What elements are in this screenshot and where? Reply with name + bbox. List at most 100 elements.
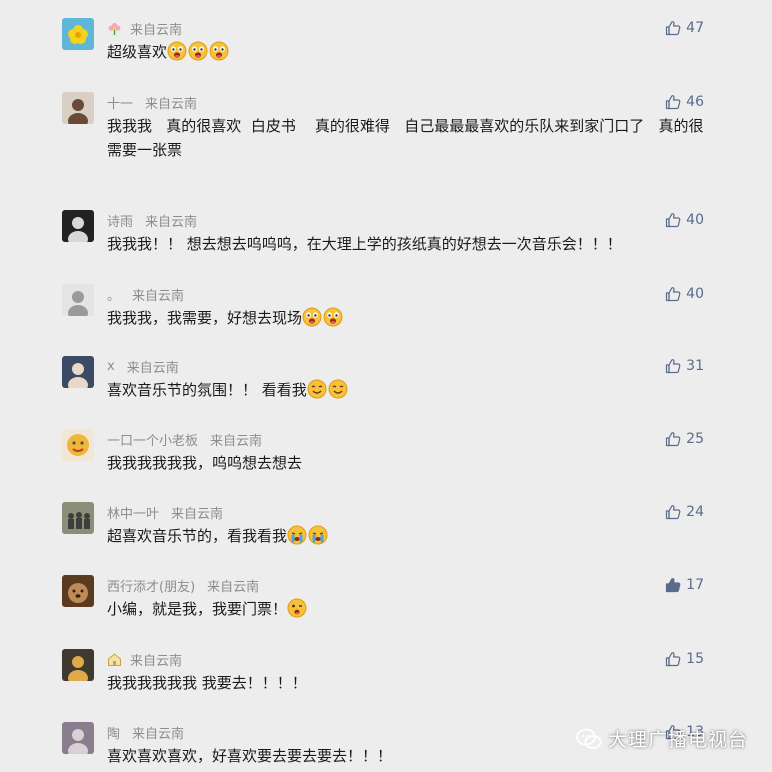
- comment-location: 来自云南: [145, 214, 198, 230]
- like-count: 46: [686, 94, 704, 110]
- comments-page: { "comments": [ {"nickname": "", "has_ba…: [0, 0, 772, 772]
- comment-meta: 西行添才(朋友) 来自云南: [107, 575, 259, 595]
- comment-meta: 来自云南: [107, 649, 182, 669]
- comment-text-body: 我我我 真的很喜欢 白皮书 真的很难得 自己最最最喜欢的乐队来到家门口了 真的很…: [107, 117, 704, 159]
- comment-text-body: 我我我，我需要，好想去现场: [107, 309, 303, 327]
- comment-text: 我我我我我我 我要去！！！！: [107, 671, 717, 695]
- comment-meta: 来自云南: [107, 18, 182, 38]
- wechat-icon: [576, 728, 602, 750]
- comment-location: 来自云南: [130, 22, 183, 38]
- cry-emoji: [308, 525, 328, 545]
- avatar[interactable]: [62, 722, 94, 754]
- comment-nickname[interactable]: 一口一个小老板: [107, 430, 198, 449]
- comment-meta: 陶来自云南: [107, 722, 184, 742]
- like-count: 40: [686, 286, 704, 302]
- avatar[interactable]: [62, 502, 94, 534]
- thumbs-up-icon: [665, 94, 681, 110]
- like-button[interactable]: 17: [665, 575, 704, 595]
- like-button[interactable]: 40: [665, 284, 704, 304]
- avatar[interactable]: [62, 284, 94, 316]
- watermark-label: 大理广播电视台: [607, 729, 748, 751]
- avatar[interactable]: [62, 575, 94, 607]
- like-count: 25: [686, 431, 704, 447]
- comment-text-body: 小编，就是我，我要门票！: [107, 600, 288, 618]
- comment-nickname[interactable]: 西行添才(朋友): [107, 576, 195, 595]
- flower-icon: [107, 21, 122, 36]
- comment-meta: x 来自云南: [107, 356, 179, 376]
- thumbs-up-icon: [665, 504, 681, 520]
- comment-text-body: 超级喜欢: [107, 43, 168, 61]
- comment-nickname[interactable]: x: [107, 359, 115, 374]
- comment-text: 我我我我我我，呜呜想去想去: [107, 451, 717, 475]
- comment-nickname[interactable]: 十一: [107, 93, 133, 112]
- like-button[interactable]: 15: [665, 649, 704, 669]
- comment-text-body: 我我我！！ 想去想去呜呜呜，在大理上学的孩纸真的好想去一次音乐会！！！: [107, 235, 622, 253]
- smile-emoji: [307, 379, 327, 399]
- tongue-emoji: [323, 307, 343, 327]
- thumbs-up-icon: [665, 577, 681, 593]
- comment-text: 我我我，我需要，好想去现场: [107, 306, 717, 330]
- comment-text: 超喜欢音乐节的，看我看我: [107, 524, 717, 548]
- comment-nickname[interactable]: 诗雨: [107, 211, 133, 230]
- thumbs-up-icon: [665, 286, 681, 302]
- watermark: 大理广播电视台: [576, 725, 748, 752]
- comment-meta: 诗雨 来自云南: [107, 210, 197, 230]
- comment-text: 我我我 真的很喜欢 白皮书 真的很难得 自己最最最喜欢的乐队来到家门口了 真的很…: [107, 114, 717, 162]
- comment-text-body: 喜欢喜欢喜欢，好喜欢要去要去要去！！！: [107, 747, 393, 765]
- like-button[interactable]: 31: [665, 356, 704, 376]
- like-count: 17: [686, 577, 704, 593]
- comment-location: 来自云南: [145, 96, 198, 112]
- like-count: 47: [686, 20, 704, 36]
- comment-location: 来自云南: [130, 653, 183, 669]
- comment-text-body: 我我我我我我 我要去！！！！: [107, 674, 307, 692]
- comment-text: 小编，就是我，我要门票！: [107, 597, 717, 621]
- thumbs-up-icon: [665, 212, 681, 228]
- like-button[interactable]: 47: [665, 18, 704, 38]
- comment-location: 来自云南: [132, 726, 185, 742]
- comment-text-body: 喜欢音乐节的氛围！！ 看看我: [107, 381, 307, 399]
- like-button[interactable]: 40: [665, 210, 704, 230]
- avatar[interactable]: [62, 92, 94, 124]
- comment-text: 我我我！！ 想去想去呜呜呜，在大理上学的孩纸真的好想去一次音乐会！！！: [107, 232, 717, 256]
- comment-meta: 。来自云南: [107, 284, 184, 304]
- tongue-emoji: [209, 41, 229, 61]
- tongue-emoji: [167, 41, 187, 61]
- comment-location: 来自云南: [210, 433, 263, 449]
- avatar[interactable]: [62, 429, 94, 461]
- comment-text: 超级喜欢: [107, 40, 717, 64]
- avatar[interactable]: [62, 210, 94, 242]
- comment-text-body: 我我我我我我，呜呜想去想去: [107, 454, 303, 472]
- like-count: 40: [686, 212, 704, 228]
- like-count: 31: [686, 358, 704, 374]
- tongue-emoji: [188, 41, 208, 61]
- smile-emoji: [328, 379, 348, 399]
- comment-nickname[interactable]: 林中一叶: [107, 503, 159, 522]
- like-button[interactable]: 24: [665, 502, 704, 522]
- comment-location: 来自云南: [126, 360, 179, 376]
- like-button[interactable]: 46: [665, 92, 704, 112]
- comment-nickname[interactable]: 。: [107, 285, 120, 304]
- thumbs-up-icon: [665, 20, 681, 36]
- thumbs-up-icon: [665, 431, 681, 447]
- like-count: 24: [686, 504, 704, 520]
- like-count: 15: [686, 651, 704, 667]
- thumbs-up-icon: [665, 358, 681, 374]
- tongue-emoji: [302, 307, 322, 327]
- comment-meta: 林中一叶 来自云南: [107, 502, 223, 522]
- avatar[interactable]: [62, 18, 94, 50]
- like-button[interactable]: 25: [665, 429, 704, 449]
- comment-location: 来自云南: [207, 579, 260, 595]
- cry-emoji: [287, 525, 307, 545]
- comment-location: 来自云南: [132, 288, 185, 304]
- comment-text: 喜欢音乐节的氛围！！ 看看我: [107, 378, 717, 402]
- comment-meta: 十一 来自云南: [107, 92, 197, 112]
- thumbs-up-icon: [665, 651, 681, 667]
- avatar[interactable]: [62, 649, 94, 681]
- wink-emoji: [287, 598, 307, 618]
- comment-meta: 一口一个小老板 来自云南: [107, 429, 262, 449]
- avatar[interactable]: [62, 356, 94, 388]
- comment-location: 来自云南: [171, 506, 224, 522]
- comment-text-body: 超喜欢音乐节的，看我看我: [107, 527, 288, 545]
- house-icon: [107, 652, 122, 667]
- comment-nickname[interactable]: 陶: [107, 723, 120, 742]
